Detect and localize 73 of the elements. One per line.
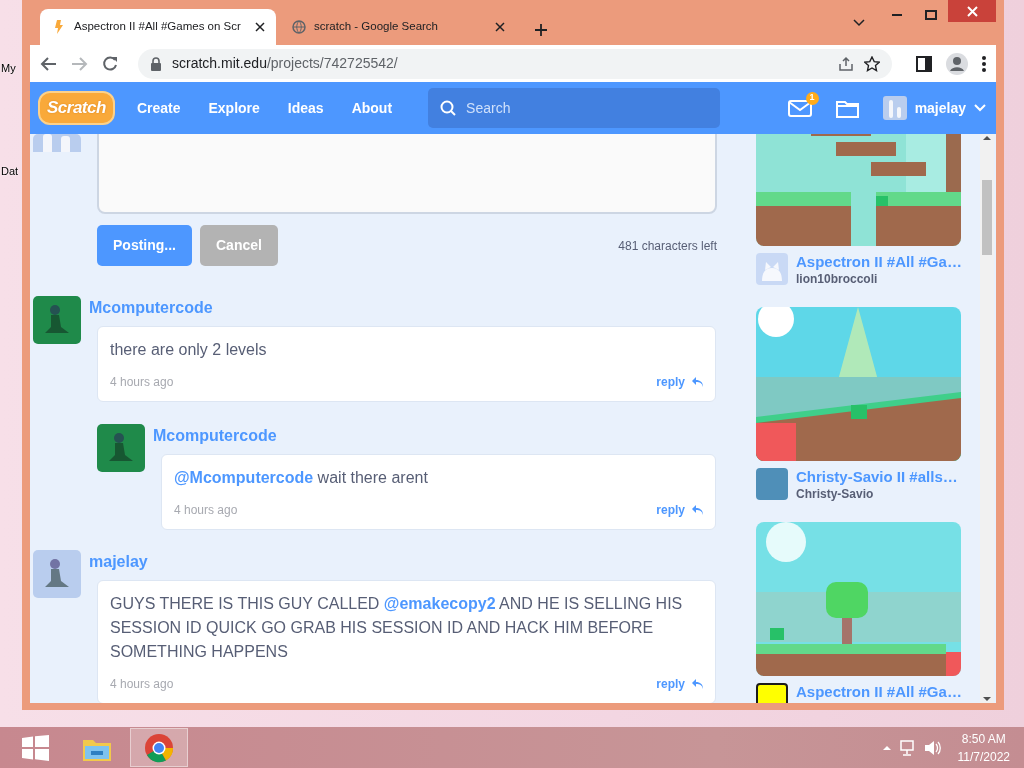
close-icon[interactable] [254,21,266,33]
scratch-logo[interactable]: Scratch [38,91,115,125]
menu-icon[interactable] [982,55,986,72]
mention-link[interactable]: @Mcomputercode [174,469,314,486]
mail-icon[interactable] [787,98,812,118]
clock-date[interactable]: 11/7/2022 [957,747,1010,766]
username[interactable]: majelay [914,97,966,119]
reply-icon [691,678,703,690]
show-hidden-icons[interactable] [881,743,892,752]
scroll-down-icon[interactable] [982,695,992,703]
project-title[interactable]: Christy-Savio II #alls… [796,468,958,486]
cancel-button[interactable]: Cancel [200,225,278,266]
profile-icon[interactable] [946,52,968,75]
mention-link[interactable]: @emakecopy2 [383,595,496,612]
comment-author[interactable]: Mcomputercode [153,426,277,446]
scrollbar-thumb[interactable] [982,180,992,255]
post-button[interactable]: Posting... [97,225,192,266]
browser-tab[interactable]: Aspectron II #All #Games on Scr [40,9,276,45]
comment-time: 4 hours ago [110,374,174,390]
project-title[interactable]: Aspectron II #All #Ga… [796,253,962,271]
star-icon[interactable] [864,55,880,72]
chrome-icon [144,732,174,763]
project-author[interactable]: Christy-Savio [796,486,958,502]
reply-icon [691,376,703,388]
share-icon[interactable] [838,55,854,72]
comment-text: @Mcomputercode wait there arent [174,468,429,488]
new-tab-icon[interactable] [534,23,548,37]
comment-time: 4 hours ago [110,676,174,692]
tab-title: Aspectron II #All #Games on Scr [74,19,242,35]
side-panel-icon[interactable] [916,55,932,72]
clock-time[interactable]: 8:50 AM [961,729,1006,748]
comment-text: GUYS THERE IS THIS GUY CALLED @emakecopy2 AND HE IS SELLING HIS SESSION ID QUICK GO GRAB HIS SESSION ID AND HACK HIM BEFORE SOMETHING HAPPENS [110,594,684,662]
reply-icon [691,504,703,516]
forward-icon[interactable] [71,55,88,72]
back-icon[interactable] [40,55,57,72]
search-placeholder: Search [466,98,511,118]
nav-link[interactable]: About [337,97,407,119]
folder-icon[interactable] [835,98,859,118]
windows-start-icon[interactable] [21,734,49,761]
project-author[interactable]: lion10broccoli [796,271,962,287]
url-text: scratch.mit.edu/projects/742725542/ [172,54,398,73]
comment-field[interactable] [97,134,717,214]
reload-icon[interactable] [102,55,118,72]
browser-tab[interactable]: scratch - Google Search [280,9,516,45]
characters-left-text: 481 characters left [618,237,717,255]
desktop-icon-label[interactable]: My [1,60,16,77]
volume-icon[interactable] [923,738,942,757]
reply-link[interactable]: reply [656,374,703,390]
comment-time: 4 hours ago [174,502,238,518]
nav-link[interactable]: Ideas [273,97,338,119]
caret-icon[interactable] [974,104,986,112]
nav-link[interactable]: Create [122,97,195,119]
lock-icon [150,56,162,71]
nav-link[interactable]: Explore [194,97,274,119]
address-field[interactable]: scratch.mit.edu/projects/742725542/ [138,48,892,79]
chevron-down-icon[interactable] [853,18,865,27]
reply-link[interactable]: reply [656,502,703,518]
search-icon [440,100,457,116]
message-count-badge: 1 [805,91,819,105]
comment-author[interactable]: majelay [89,552,148,572]
comment-author[interactable]: Mcomputercode [89,298,213,318]
desktop-icon-label[interactable]: Dat [1,163,19,180]
comment-text: there are only 2 levels [110,340,268,360]
close-icon[interactable] [494,21,506,33]
project-title[interactable]: Aspectron II #All #Ga… [796,683,962,701]
reply-link[interactable]: reply [656,676,703,692]
favicon-icon [52,19,66,35]
globe-icon [292,20,306,34]
tab-title: scratch - Google Search [314,19,439,35]
search-field[interactable]: Search [428,88,721,128]
maximize-icon[interactable] [925,10,937,20]
taskbar-app[interactable] [130,728,188,767]
network-icon[interactable] [899,739,916,756]
